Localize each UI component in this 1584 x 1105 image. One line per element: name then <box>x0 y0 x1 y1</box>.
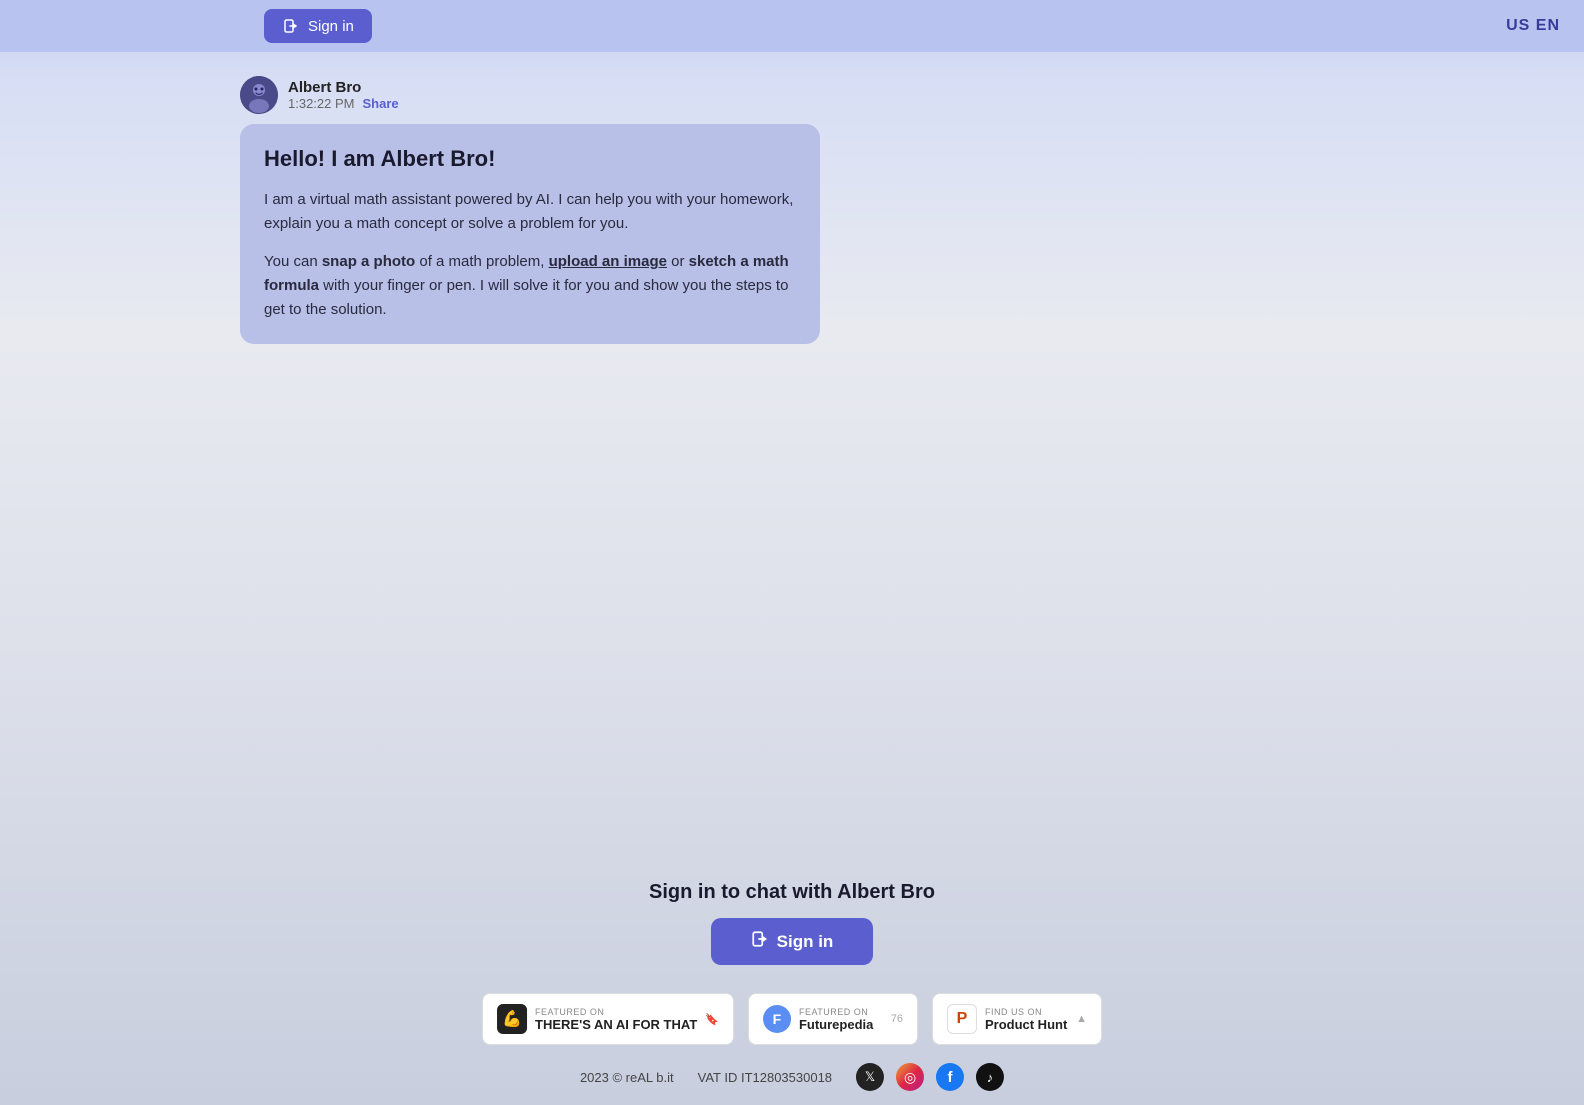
badge-future-top: Featured on <box>799 1007 873 1017</box>
badge-future-main: Futurepedia <box>799 1017 873 1032</box>
badge-row: 💪 FEATURED ON THERE'S AN AI FOR THAT 🔖 F… <box>482 993 1102 1045</box>
header-sign-in-button[interactable]: Sign in <box>264 9 372 43</box>
futurepedia-icon: F <box>763 1005 791 1033</box>
snap-photo: snap a photo <box>322 253 415 270</box>
main-sign-in-label: Sign in <box>777 932 834 952</box>
instagram-icon[interactable]: ◎ <box>896 1063 924 1091</box>
message-bubble: Hello! I am Albert Bro! I am a virtual m… <box>240 124 820 344</box>
message-container: Albert Bro 1:32:22 PM Share Hello! I am … <box>240 76 1344 344</box>
muscle-icon: 💪 <box>497 1004 527 1034</box>
badge-ai-main: THERE'S AN AI FOR THAT <box>535 1017 697 1032</box>
p2-suffix: with your finger or pen. I will solve it… <box>264 277 788 318</box>
badge-future-text: Featured on Futurepedia <box>799 1007 873 1032</box>
p2-mid2: or <box>667 253 689 270</box>
badge-ph-top: FIND US ON <box>985 1007 1067 1017</box>
copyright: 2023 © reAL b.it <box>580 1070 674 1085</box>
bubble-paragraph2: You can snap a photo of a math problem, … <box>264 250 796 322</box>
p2-prefix: You can <box>264 253 322 270</box>
message-header: Albert Bro 1:32:22 PM Share <box>240 76 1344 114</box>
facebook-icon[interactable]: f <box>936 1063 964 1091</box>
badge-ai-for-that[interactable]: 💪 FEATURED ON THERE'S AN AI FOR THAT 🔖 <box>482 993 734 1045</box>
share-link[interactable]: Share <box>363 96 399 111</box>
message-meta: Albert Bro 1:32:22 PM Share <box>288 79 399 111</box>
badge-product-hunt[interactable]: P FIND US ON Product Hunt ▲ <box>932 993 1102 1045</box>
badge-ph-text: FIND US ON Product Hunt <box>985 1007 1067 1032</box>
sign-in-prompt: Sign in to chat with Albert Bro <box>649 881 935 904</box>
avatar <box>240 76 278 114</box>
footer-social: 𝕏 ◎ f ♪ <box>856 1063 1004 1091</box>
bubble-paragraph1: I am a virtual math assistant powered by… <box>264 188 796 236</box>
badge-future-right: 76 <box>891 1013 903 1025</box>
p2-mid1: of a math problem, <box>415 253 548 270</box>
sender-name: Albert Bro <box>288 79 399 96</box>
badge-futurepedia[interactable]: F Featured on Futurepedia 76 <box>748 993 918 1045</box>
main-sign-in-button[interactable]: Sign in <box>711 918 874 965</box>
chat-area: Albert Bro 1:32:22 PM Share Hello! I am … <box>0 52 1584 368</box>
main-sign-in-icon <box>751 930 769 953</box>
badge-ai-top: FEATURED ON <box>535 1007 697 1017</box>
badge-ai-right: 🔖 <box>705 1013 719 1026</box>
tiktok-icon[interactable]: ♪ <box>976 1063 1004 1091</box>
header-sign-in-label: Sign in <box>308 18 354 35</box>
badge-ph-right: ▲ <box>1076 1013 1087 1025</box>
bubble-title: Hello! I am Albert Bro! <box>264 146 796 172</box>
x-twitter-icon[interactable]: 𝕏 <box>856 1063 884 1091</box>
locale-indicator[interactable]: US EN <box>1506 17 1560 35</box>
badge-ph-main: Product Hunt <box>985 1017 1067 1032</box>
sign-in-icon <box>282 17 300 35</box>
message-time: 1:32:22 PM <box>288 96 355 111</box>
badge-ai-text: FEATURED ON THERE'S AN AI FOR THAT <box>535 1007 697 1032</box>
product-hunt-icon: P <box>947 1004 977 1034</box>
header: Sign in US EN <box>0 0 1584 52</box>
vat: VAT ID IT12803530018 <box>698 1070 832 1085</box>
upload-image: upload an image <box>549 253 667 270</box>
message-time-row: 1:32:22 PM Share <box>288 96 399 111</box>
sign-in-section: Sign in to chat with Albert Bro Sign in <box>592 881 992 965</box>
footer-bar: 2023 © reAL b.it VAT ID IT12803530018 𝕏 … <box>580 1063 1004 1091</box>
